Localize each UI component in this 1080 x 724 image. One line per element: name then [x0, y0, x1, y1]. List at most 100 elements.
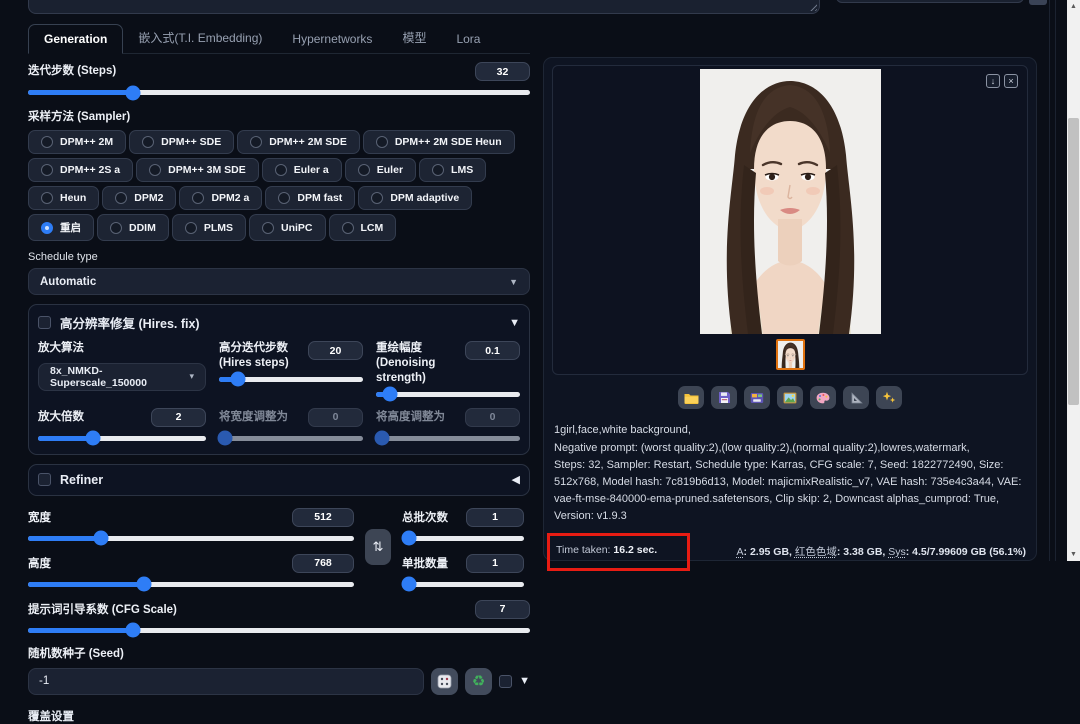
sampler-option-dpmpp-2s-a[interactable]: DPM++ 2S a	[28, 158, 133, 182]
chevron-down-icon[interactable]: ▼	[519, 675, 530, 687]
mem-reserved-value: : 3.38 GB,	[837, 546, 888, 558]
tab-checkpoints[interactable]: 模型	[387, 22, 441, 53]
steps-slider[interactable]	[28, 90, 530, 95]
save-image-button[interactable]	[711, 386, 737, 409]
collapse-left-icon[interactable]: ◀	[512, 473, 520, 486]
dice-icon	[437, 674, 452, 689]
sampler-option-unipc[interactable]: UniPC	[249, 214, 326, 241]
sampler-option-dpm2[interactable]: DPM2	[102, 186, 176, 210]
sampler-option-label: UniPC	[281, 222, 313, 234]
mem-sys-label: Sys	[888, 546, 906, 558]
random-seed-button[interactable]	[431, 668, 458, 695]
batch-count-slider[interactable]	[402, 536, 524, 541]
hires-fix-checkbox[interactable]	[38, 316, 51, 329]
radio-icon	[342, 222, 354, 234]
sampler-option-dpmpp-sde[interactable]: DPM++ SDE	[129, 130, 234, 154]
sampler-option-ddim[interactable]: DDIM	[97, 214, 169, 241]
sampler-option-plms[interactable]: PLMS	[172, 214, 246, 241]
radio-icon	[41, 164, 53, 176]
sampler-option-dpm-fast[interactable]: DPM fast	[265, 186, 355, 210]
tab-lora[interactable]: Lora	[441, 25, 495, 53]
sampler-option-label: DPM++ 2S a	[60, 164, 120, 176]
dimensions-section: 宽度 512 高度 768	[28, 508, 530, 587]
radio-icon	[110, 222, 122, 234]
tab-hypernetworks[interactable]: Hypernetworks	[277, 25, 387, 53]
seed-input[interactable]: -1	[28, 668, 424, 695]
triangle-ruler-icon	[850, 392, 863, 404]
gallery-toolbar	[552, 375, 1028, 420]
floppy-disk-icon	[718, 391, 731, 404]
width-cell: 宽度 512	[28, 508, 354, 541]
height-slider[interactable]	[28, 582, 354, 587]
scroll-up-icon[interactable]: ▲	[1067, 0, 1080, 13]
batch-size-input[interactable]: 1	[466, 554, 524, 573]
upscale-by-slider[interactable]	[38, 436, 206, 441]
send-to-inpaint-button[interactable]	[810, 386, 836, 409]
resize-width-slider	[219, 436, 363, 441]
sampler-option-label: Euler	[377, 164, 403, 176]
sampler-option-dpmpp-2m-sde[interactable]: DPM++ 2M SDE	[237, 130, 360, 154]
sampler-option-lms[interactable]: LMS	[419, 158, 486, 182]
hires-steps-input[interactable]: 20	[308, 341, 363, 360]
extra-seed-checkbox[interactable]	[499, 675, 512, 688]
refiner-checkbox[interactable]	[38, 473, 51, 486]
send-to-extras-button[interactable]	[843, 386, 869, 409]
sampler-option-label: DPM2	[134, 192, 163, 204]
denoising-slider[interactable]	[376, 392, 520, 397]
upscaler-label: 放大算法	[38, 341, 206, 356]
sampler-option-label: DPM++ 2M SDE Heun	[395, 136, 502, 148]
radio-icon	[432, 164, 444, 176]
width-slider[interactable]	[28, 536, 354, 541]
batch-count-input[interactable]: 1	[466, 508, 524, 527]
override-settings-label: 覆盖设置	[28, 708, 530, 724]
panel-gutter	[1049, 0, 1056, 561]
close-gallery-button[interactable]: ×	[1004, 74, 1018, 88]
sampler-option-label: LCM	[361, 222, 384, 234]
prompt-textarea[interactable]	[28, 0, 820, 14]
upscaler-dropdown[interactable]: 8x_NMKD-Superscale_150000 ▾	[38, 363, 206, 391]
sampler-option-dpmpp-2m[interactable]: DPM++ 2M	[28, 130, 126, 154]
tab-generation[interactable]: Generation	[28, 24, 123, 54]
scroll-down-icon[interactable]: ▼	[1067, 548, 1080, 561]
sampler-option-dpmpp-3m-sde[interactable]: DPM++ 3M SDE	[136, 158, 259, 182]
hires-steps-cell: 高分迭代步数(Hires steps) 20	[219, 341, 363, 397]
download-image-button[interactable]: ↓	[986, 74, 1000, 88]
denoising-input[interactable]: 0.1	[465, 341, 520, 360]
schedule-type-dropdown[interactable]: Automatic ▼	[28, 268, 530, 295]
sampler-option-restart[interactable]: 重启	[28, 214, 94, 241]
width-input[interactable]: 512	[292, 508, 354, 527]
swap-dimensions-button[interactable]: ⇅	[365, 529, 391, 565]
sampler-option-dpmpp-2m-sde-heun[interactable]: DPM++ 2M SDE Heun	[363, 130, 515, 154]
upscale-button[interactable]	[876, 386, 902, 409]
thumbnail-selected[interactable]	[776, 339, 805, 370]
sampler-option-euler[interactable]: Euler	[345, 158, 416, 182]
styles-input[interactable]	[836, 0, 1024, 3]
save-zip-button[interactable]	[744, 386, 770, 409]
generated-image[interactable]	[553, 66, 1027, 334]
scrollbar-thumb[interactable]	[1068, 118, 1079, 405]
sampler-option-lcm[interactable]: LCM	[329, 214, 397, 241]
cfg-scale-slider[interactable]	[28, 628, 530, 633]
height-input[interactable]: 768	[292, 554, 354, 573]
hires-steps-slider[interactable]	[219, 377, 363, 382]
collapse-icon[interactable]: ▼	[509, 317, 520, 329]
open-folder-button[interactable]	[678, 386, 704, 409]
styles-apply-button[interactable]	[1029, 0, 1047, 5]
hires-steps-label: 高分迭代步数(Hires steps)	[219, 341, 308, 371]
radio-icon	[142, 136, 154, 148]
sampler-option-dpm-adaptive[interactable]: DPM adaptive	[358, 186, 472, 210]
reuse-seed-button[interactable]: ♻	[465, 668, 492, 695]
cfg-scale-input[interactable]: 7	[475, 600, 530, 619]
sampler-option-heun[interactable]: Heun	[28, 186, 99, 210]
tab-ti-embedding[interactable]: 嵌入式(T.I. Embedding)	[123, 22, 277, 53]
steps-value-input[interactable]: 32	[475, 62, 530, 81]
send-to-img2img-button[interactable]	[777, 386, 803, 409]
sampler-option-dpm2-a[interactable]: DPM2 a	[179, 186, 262, 210]
resize-grip-icon[interactable]	[808, 2, 817, 11]
radio-selected-icon	[41, 222, 53, 234]
upscale-by-input[interactable]: 2	[151, 408, 206, 427]
page-scrollbar[interactable]: ▲ ▼	[1067, 0, 1080, 561]
sampler-option-label: DPM++ SDE	[161, 136, 221, 148]
sampler-option-euler-a[interactable]: Euler a	[262, 158, 342, 182]
batch-size-slider[interactable]	[402, 582, 524, 587]
